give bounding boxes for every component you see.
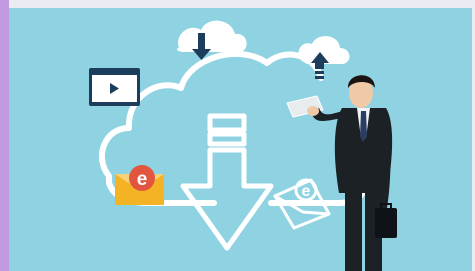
email-e-glyph: e xyxy=(302,183,311,200)
screenshot-frame: e e xyxy=(0,0,475,271)
svg-text:e: e xyxy=(137,169,148,190)
hero-photo: e e xyxy=(9,8,472,271)
cloud-computing-illustration: e e xyxy=(9,8,472,271)
left-accent-bar xyxy=(0,0,9,271)
top-strip xyxy=(9,0,475,8)
video-player-icon xyxy=(89,68,140,106)
briefcase-icon xyxy=(375,203,397,238)
